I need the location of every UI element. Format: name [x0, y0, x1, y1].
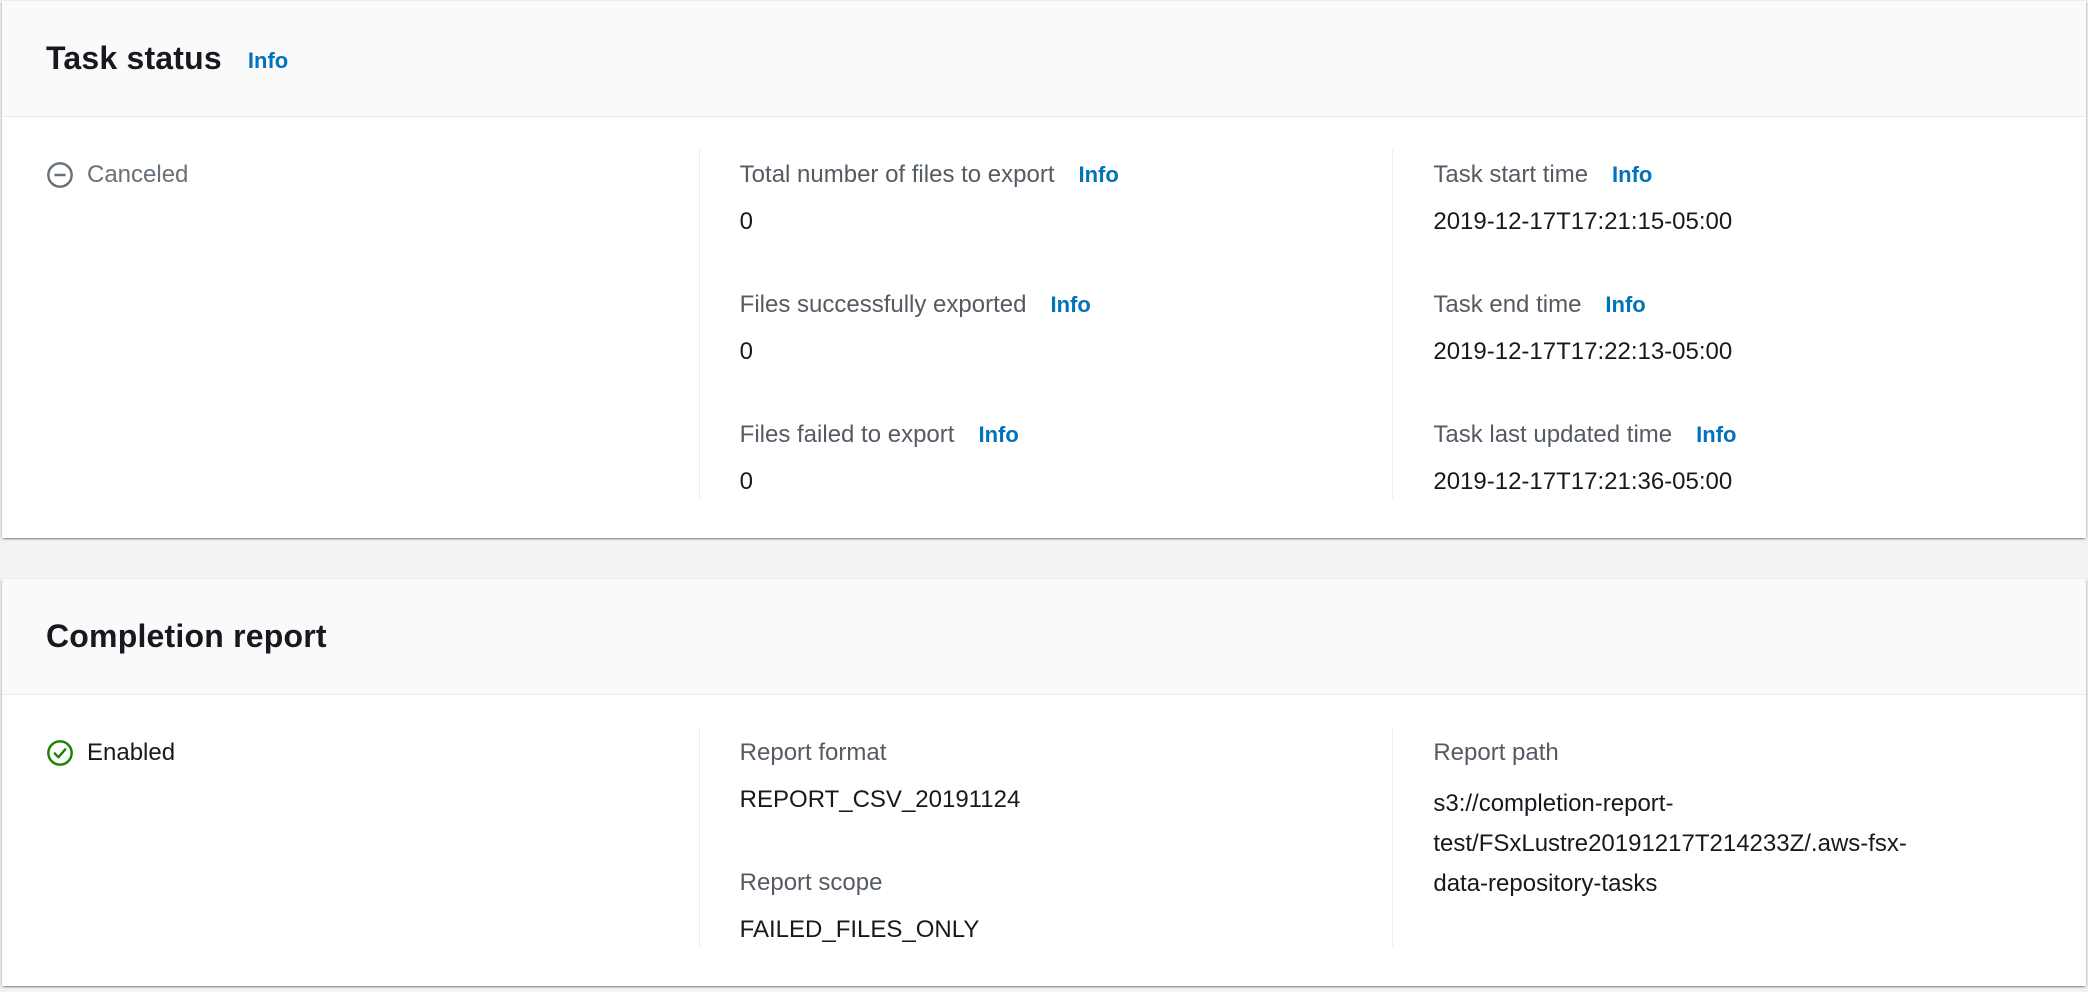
completion-report-status-indicator: Enabled [46, 737, 659, 769]
field-value: REPORT_CSV_20191124 [740, 784, 1353, 816]
field-label: Task last updated time [1433, 421, 1672, 448]
info-link[interactable]: Info [1050, 292, 1090, 317]
status-label: Enabled [87, 737, 175, 769]
field-value: 0 [740, 466, 1353, 498]
completion-report-body: Enabled Report format REPORT_CSV_2019112… [2, 695, 2086, 986]
status-label: Canceled [87, 159, 188, 191]
info-link[interactable]: Info [978, 422, 1018, 447]
field-report-format: Report format REPORT_CSV_20191124 [740, 737, 1353, 816]
field-value: 0 [740, 336, 1353, 368]
task-status-header: Task status Info [2, 1, 2086, 117]
field-label: Report scope [740, 869, 883, 896]
field-label: Files failed to export [740, 421, 955, 448]
field-label: Total number of files to export [740, 161, 1055, 188]
page: Task status Info Canceled Total number o… [0, 0, 2088, 986]
task-status-column-files: Total number of files to export Info 0 Fi… [699, 149, 1393, 498]
field-value: s3://completion-report-test/FSxLustre201… [1433, 784, 1923, 904]
task-status-column-times: Task start time Info 2019-12-17T17:21:15-… [1392, 149, 2086, 498]
completion-report-column-path: Report path s3://completion-report-test/… [1392, 727, 2086, 946]
field-last-updated-time: Task last updated time Info 2019-12-17T17… [1433, 419, 2046, 498]
field-report-scope: Report scope FAILED_FILES_ONLY [740, 867, 1353, 946]
info-link[interactable]: Info [1605, 292, 1645, 317]
field-value: 2019-12-17T17:21:36-05:00 [1433, 466, 2046, 498]
stopped-icon [46, 161, 74, 189]
field-value: 2019-12-17T17:22:13-05:00 [1433, 336, 2046, 368]
field-start-time: Task start time Info 2019-12-17T17:21:15-… [1433, 159, 2046, 238]
field-end-time: Task end time Info 2019-12-17T17:22:13-05… [1433, 289, 2046, 368]
completion-report-column-format: Report format REPORT_CSV_20191124 Report… [699, 727, 1393, 946]
field-files-failed: Files failed to export Info 0 [740, 419, 1353, 498]
field-files-succeeded: Files successfully exported Info 0 [740, 289, 1353, 368]
completion-report-column-status: Enabled [2, 727, 699, 946]
task-status-indicator: Canceled [46, 159, 659, 191]
field-value: 2019-12-17T17:21:15-05:00 [1433, 206, 2046, 238]
field-total-files: Total number of files to export Info 0 [740, 159, 1353, 238]
field-label: Task start time [1433, 161, 1588, 188]
field-label: Report format [740, 739, 887, 766]
field-report-path: Report path s3://completion-report-test/… [1433, 737, 2046, 904]
task-status-title: Task status [46, 40, 222, 77]
completion-report-title: Completion report [46, 618, 327, 655]
task-status-column-status: Canceled [2, 149, 699, 498]
field-value: 0 [740, 206, 1353, 238]
info-link[interactable]: Info [1612, 162, 1652, 187]
task-status-card: Task status Info Canceled Total number o… [2, 0, 2086, 538]
info-link[interactable]: Info [1079, 162, 1119, 187]
field-value: FAILED_FILES_ONLY [740, 914, 1353, 946]
field-label: Report path [1433, 739, 1558, 766]
field-label: Task end time [1433, 291, 1581, 318]
info-link[interactable]: Info [1696, 422, 1736, 447]
field-label: Files successfully exported [740, 291, 1027, 318]
completion-report-card: Completion report Enabled Report format [2, 578, 2086, 986]
info-link[interactable]: Info [248, 48, 288, 74]
success-check-icon [46, 739, 74, 767]
completion-report-header: Completion report [2, 579, 2086, 695]
task-status-body: Canceled Total number of files to export… [2, 117, 2086, 538]
